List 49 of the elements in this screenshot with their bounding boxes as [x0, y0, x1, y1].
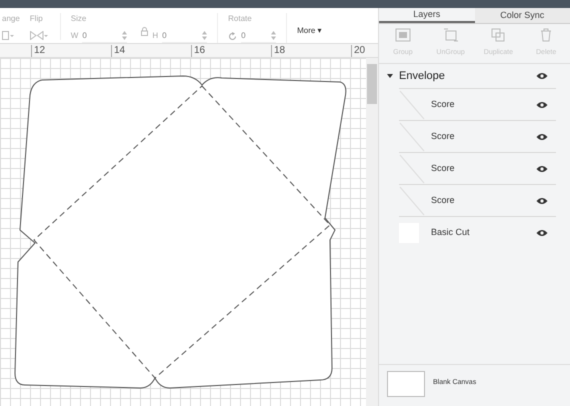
layer-row[interactable]: Score [399, 184, 556, 216]
lock-icon [141, 26, 148, 36]
stepper-icon [271, 31, 276, 40]
panel-tab[interactable]: Layers [379, 8, 474, 23]
score-line-icon [399, 154, 425, 184]
field-label: H [152, 30, 158, 42]
layer-group-name: Envelope [399, 68, 446, 84]
eye-icon[interactable] [536, 100, 548, 108]
arrange-icon [2, 31, 14, 40]
ruler-number: 12 [31, 45, 46, 57]
eye-icon[interactable] [536, 196, 548, 204]
trash-icon [540, 28, 552, 42]
layer-row[interactable]: Score [399, 120, 556, 152]
panel-tab[interactable]: Color Sync [474, 8, 570, 23]
flip-icon [30, 31, 48, 40]
more-button[interactable]: More ▾ [297, 25, 322, 37]
layer-name: Score [431, 194, 456, 207]
scrollbar-thumb [367, 64, 377, 104]
caret-down-icon[interactable] [387, 73, 393, 79]
toolbar-label: Size [70, 13, 88, 25]
layer-name: Basic Cut [431, 226, 471, 239]
rotate-icon [228, 32, 238, 40]
eye-icon[interactable] [536, 164, 548, 172]
layer-name: Score [431, 98, 456, 111]
field-label: W [70, 30, 78, 42]
group-icon [394, 28, 411, 42]
stepper-icon [202, 31, 208, 40]
score-line-icon [399, 90, 425, 120]
ruler-number: 16 [191, 45, 206, 57]
layer-name: Score [431, 130, 456, 143]
toolbar-label: ange [2, 13, 20, 25]
toolbar-label: Flip [30, 13, 44, 25]
score-line-icon [399, 122, 425, 152]
toolbar-label: Rotate [228, 13, 253, 25]
eye-icon[interactable] [536, 72, 548, 80]
ruler-number: 20 [351, 45, 366, 57]
eye-icon[interactable] [536, 228, 548, 236]
layer-name: Score [431, 162, 456, 175]
layer-row[interactable]: Score [399, 152, 556, 184]
eye-icon[interactable] [536, 132, 548, 140]
ruler-number: 14 [111, 45, 126, 57]
layer-row[interactable]: Basic Cut [399, 216, 556, 248]
layer-row[interactable]: Score [399, 88, 556, 120]
ungroup-icon [442, 28, 459, 42]
score-line-icon [399, 186, 425, 216]
canvas-thumbnail [387, 370, 425, 396]
ruler-number: 18 [271, 45, 286, 57]
duplicate-icon [491, 28, 506, 42]
stepper-icon [122, 31, 128, 40]
